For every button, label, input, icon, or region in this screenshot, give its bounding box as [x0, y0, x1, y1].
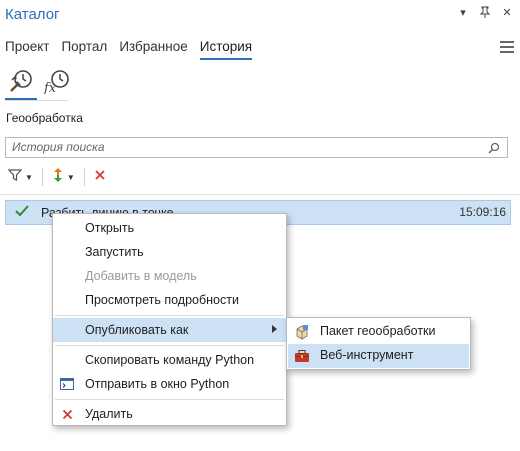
chevron-down-icon: ▼ — [25, 172, 33, 182]
fx-label: fx — [43, 81, 57, 94]
pane-controls: ▾ ✕ — [456, 5, 514, 19]
submenu-arrow-icon — [272, 325, 277, 333]
pin-icon[interactable] — [478, 5, 492, 19]
history-toolbar: ▼ ▼ — [5, 166, 109, 188]
tab-portal[interactable]: Портал — [61, 39, 107, 60]
menu-icon[interactable] — [500, 41, 514, 53]
menu-item-view-details[interactable]: Просмотреть подробности — [53, 288, 286, 312]
chevron-down-icon: ▼ — [66, 172, 75, 182]
toolbar-separator — [83, 168, 85, 186]
section-label: Геообработка — [6, 111, 83, 125]
sort-icon — [52, 167, 64, 188]
filter-button[interactable]: ▼ — [5, 166, 36, 188]
tab-project[interactable]: Проект — [5, 39, 49, 60]
dropdown-arrow-icon[interactable]: ▾ — [456, 5, 470, 19]
menu-item-delete[interactable]: Удалить — [53, 402, 286, 426]
submenu-item-geoprocessing-package[interactable]: Пакет геообработки — [288, 320, 469, 344]
menu-separator — [55, 345, 284, 346]
tab-history[interactable]: История — [199, 39, 253, 60]
toolbar-divider — [0, 194, 520, 195]
menu-item-copy-python-command[interactable]: Скопировать команду Python — [53, 348, 286, 372]
geoprocessing-package-icon — [294, 324, 310, 340]
tab-favorites[interactable]: Избранное — [119, 39, 187, 60]
icon-tabs-divider — [5, 100, 68, 101]
filter-icon — [7, 168, 23, 187]
menu-item-open[interactable]: Открыть — [53, 216, 286, 240]
delete-icon — [94, 168, 106, 186]
menu-item-publish-as[interactable]: Опубликовать как — [53, 318, 286, 342]
menu-item-run[interactable]: Запустить — [53, 240, 286, 264]
toolbar-separator — [41, 168, 43, 186]
context-menu: Открыть Запустить Добавить в модель Прос… — [52, 213, 287, 426]
menu-separator — [55, 399, 284, 400]
submenu-item-web-tool[interactable]: Веб-инструмент — [288, 344, 469, 368]
geoprocessing-history-icon[interactable] — [5, 64, 37, 101]
history-item-time: 15:09:16 — [459, 205, 506, 219]
delete-button[interactable] — [91, 166, 109, 188]
python-window-icon — [59, 376, 75, 392]
check-icon — [15, 204, 29, 222]
menu-item-send-to-python-window[interactable]: Отправить в окно Python — [53, 372, 286, 396]
publish-submenu: Пакет геообработки Веб-инструмент — [286, 317, 471, 370]
search-box — [5, 137, 508, 158]
catalog-pane: Каталог ▾ ✕ Проект Портал Избранное Исто… — [0, 0, 520, 451]
pane-title: Каталог — [5, 6, 60, 23]
menu-separator — [55, 315, 284, 316]
search-input[interactable] — [6, 138, 472, 156]
history-type-tabs: fx — [5, 64, 73, 101]
function-history-icon[interactable]: fx — [41, 64, 73, 98]
close-icon[interactable]: ✕ — [500, 5, 514, 19]
catalog-tabs: Проект Портал Избранное История — [5, 39, 253, 60]
web-tool-icon — [294, 348, 310, 364]
sort-button[interactable]: ▼ — [49, 166, 78, 188]
search-icon[interactable] — [488, 141, 500, 159]
menu-item-add-to-model: Добавить в модель — [85, 269, 197, 283]
delete-icon — [59, 406, 75, 422]
